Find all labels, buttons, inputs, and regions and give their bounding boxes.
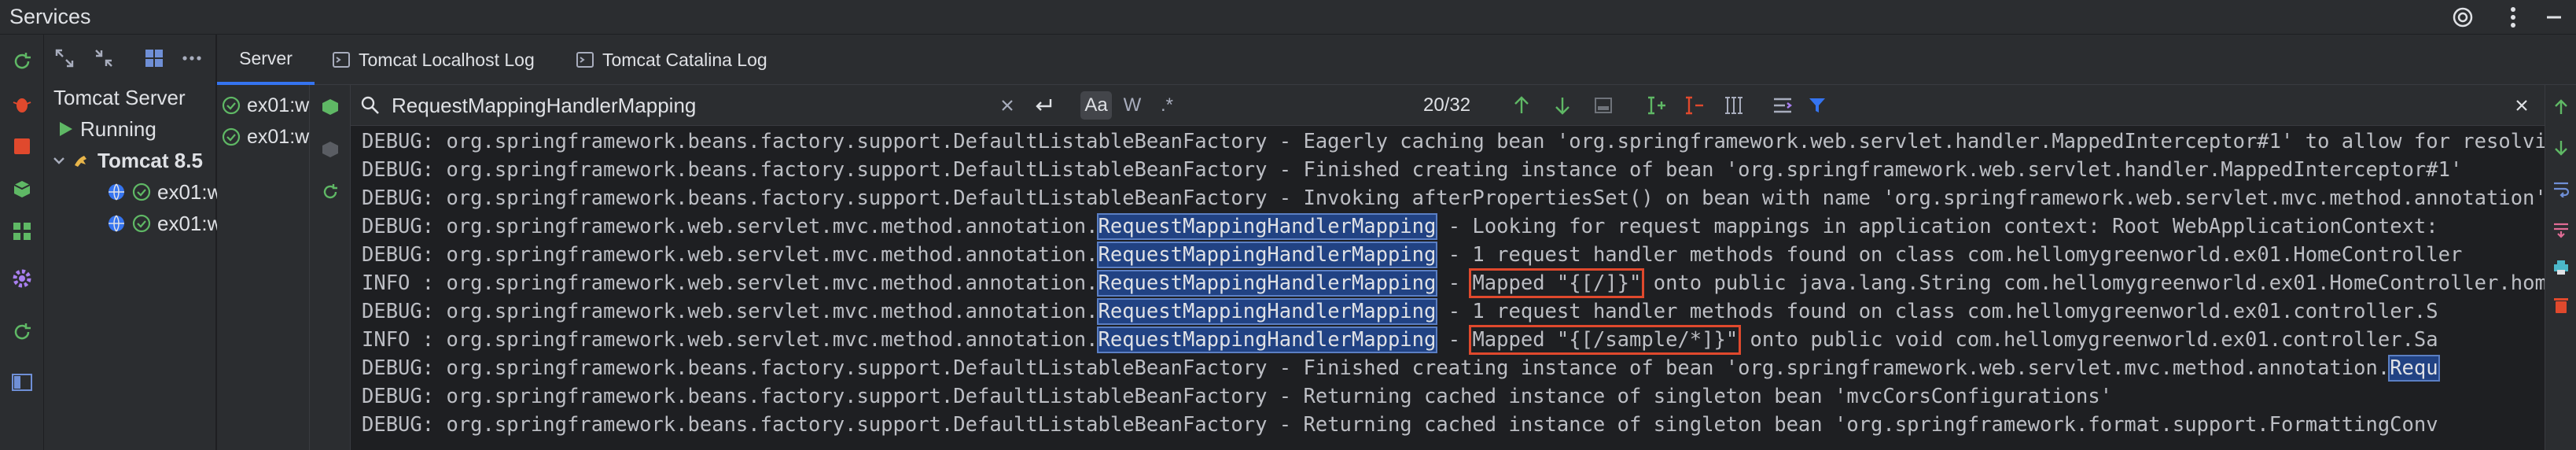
tab-tomcat-catalina-log[interactable]: Tomcat Catalina Log — [576, 35, 767, 85]
chevron-down-icon — [53, 157, 64, 164]
search-match: RequestMappingHandlerMapping — [1096, 298, 1438, 325]
log-line: DEBUG: org.springframework.beans.factory… — [362, 186, 2545, 210]
expand-all-icon[interactable] — [49, 42, 80, 74]
scroll-down-icon[interactable] — [2548, 134, 2574, 162]
log-search-bar: RequestMappingHandlerMapping Aa W .* 20/… — [351, 85, 2545, 126]
undeploy-icon — [316, 135, 344, 164]
window-title: Services — [9, 5, 91, 28]
debug-bug-icon[interactable] — [8, 90, 36, 118]
tree-root-tomcat-server[interactable]: Tomcat Server — [53, 82, 186, 113]
check-circle-icon — [222, 127, 241, 146]
console-actions — [2545, 85, 2576, 450]
select-all-icon[interactable] — [1719, 91, 1749, 120]
close-search-icon[interactable] — [2507, 91, 2537, 120]
refresh-icon[interactable] — [8, 47, 36, 76]
log-line: DEBUG: org.springframework.web.servlet.m… — [362, 298, 2438, 325]
globe-icon — [109, 183, 124, 201]
status-label: Running — [80, 116, 156, 141]
deployment-item[interactable]: ex01:war — [222, 90, 310, 121]
tab-label: Server — [239, 47, 293, 68]
rerun-icon[interactable] — [8, 318, 36, 346]
run-icon — [60, 122, 72, 136]
tree-status-running[interactable]: Running — [57, 113, 156, 145]
words-toggle[interactable]: W — [1117, 91, 1148, 120]
search-match: RequestMappingHandlerMapping — [1096, 326, 1438, 353]
search-icon — [355, 91, 385, 120]
layout-icon[interactable] — [8, 368, 36, 397]
deploy-icon[interactable] — [8, 175, 36, 203]
log-icon — [576, 52, 594, 68]
tab-label: Tomcat Catalina Log — [602, 49, 767, 70]
clear-all-icon[interactable] — [2548, 291, 2574, 319]
soft-wrap-icon[interactable] — [2548, 175, 2574, 203]
mapping-annotation: Mapped "{[/]}" — [1469, 268, 1645, 298]
search-match: Requ — [2388, 355, 2440, 382]
regex-toggle[interactable]: .* — [1151, 91, 1183, 120]
more-vertical-icon[interactable] — [2497, 3, 2529, 31]
tab-strip: Server Tomcat Localhost Log Tomcat Catal… — [217, 35, 2576, 85]
add-occurrence-icon[interactable] — [1642, 91, 1672, 120]
target-icon[interactable] — [2447, 3, 2478, 31]
minimize-icon[interactable] — [2538, 3, 2570, 31]
select-all-occurrences-icon — [1588, 91, 1618, 120]
clear-search-icon[interactable] — [992, 91, 1022, 120]
new-line-icon[interactable] — [1029, 91, 1058, 120]
log-console[interactable]: DEBUG: org.springframework.beans.factory… — [351, 126, 2545, 450]
scroll-up-icon[interactable] — [2548, 93, 2574, 121]
settings-icon[interactable] — [8, 264, 36, 293]
tab-label: Tomcat Localhost Log — [359, 49, 535, 70]
match-counter: 20/32 — [1423, 94, 1471, 116]
log-line: DEBUG: org.springframework.beans.factory… — [362, 158, 2463, 182]
tab-server[interactable]: Server — [217, 35, 315, 85]
log-line: DEBUG: org.springframework.beans.factory… — [362, 355, 2440, 382]
print-icon[interactable] — [2548, 253, 2574, 282]
search-match: RequestMappingHandlerMapping — [1096, 242, 1438, 268]
match-case-toggle[interactable]: Aa — [1080, 91, 1112, 120]
globe-icon — [109, 215, 124, 232]
log-icon — [333, 52, 350, 68]
search-match: RequestMappingHandlerMapping — [1096, 270, 1438, 297]
tomcat-icon — [75, 156, 86, 167]
tab-tomcat-localhost-log[interactable]: Tomcat Localhost Log — [332, 35, 535, 85]
collapse-all-icon[interactable] — [88, 42, 120, 74]
search-input[interactable]: RequestMappingHandlerMapping — [392, 94, 696, 118]
scroll-to-end-icon[interactable] — [2548, 216, 2574, 244]
tool-window-header: Services — [0, 0, 2576, 35]
update-icon[interactable] — [316, 178, 344, 206]
tree-root-label: Tomcat Server — [53, 85, 186, 109]
services-toolbar — [0, 35, 44, 450]
log-line: INFO : org.springframework.web.servlet.m… — [362, 325, 2438, 355]
deployment-label: ex01:war exploded — [247, 125, 310, 148]
check-circle-icon — [132, 214, 151, 233]
group-services-icon[interactable] — [138, 42, 170, 74]
check-circle-icon — [222, 96, 241, 115]
mapping-annotation: Mapped "{[/sample/*]}" — [1469, 325, 1742, 355]
deployment-list: ex01:war ex01:war exploded — [217, 85, 310, 450]
search-match: RequestMappingHandlerMapping — [1096, 213, 1438, 240]
filter-lines-icon[interactable] — [1768, 91, 1798, 120]
add-service-icon[interactable] — [8, 217, 36, 245]
deploy-all-icon[interactable] — [316, 93, 344, 121]
log-line: DEBUG: org.springframework.beans.factory… — [362, 130, 2545, 153]
log-line: INFO : org.springframework.web.servlet.m… — [362, 268, 2545, 298]
deployment-item[interactable]: ex01:war exploded — [222, 121, 310, 153]
log-line: DEBUG: org.springframework.web.servlet.m… — [362, 242, 2463, 268]
services-tree-panel: Tomcat Server Running Tomcat 8.5 ex01:wa… — [44, 35, 329, 450]
tree-node-tomcat[interactable]: Tomcat 8.5 — [52, 145, 203, 176]
next-occurrence-icon[interactable] — [1547, 91, 1577, 120]
log-line: DEBUG: org.springframework.beans.factory… — [362, 413, 2438, 437]
filter-icon[interactable] — [1802, 91, 1832, 120]
deployment-actions — [310, 85, 351, 450]
deployment-label: ex01:war — [247, 94, 310, 116]
more-horizontal-icon[interactable] — [176, 42, 208, 74]
stop-icon[interactable] — [8, 132, 36, 160]
log-line: DEBUG: org.springframework.web.servlet.m… — [362, 213, 2438, 240]
previous-occurrence-icon[interactable] — [1507, 91, 1536, 120]
remove-occurrence-icon[interactable] — [1680, 91, 1709, 120]
server-label: Tomcat 8.5 — [98, 148, 203, 172]
log-line: DEBUG: org.springframework.beans.factory… — [362, 385, 2113, 408]
details-panel: Server Tomcat Localhost Log Tomcat Catal… — [217, 35, 2576, 450]
check-circle-icon — [132, 183, 151, 201]
